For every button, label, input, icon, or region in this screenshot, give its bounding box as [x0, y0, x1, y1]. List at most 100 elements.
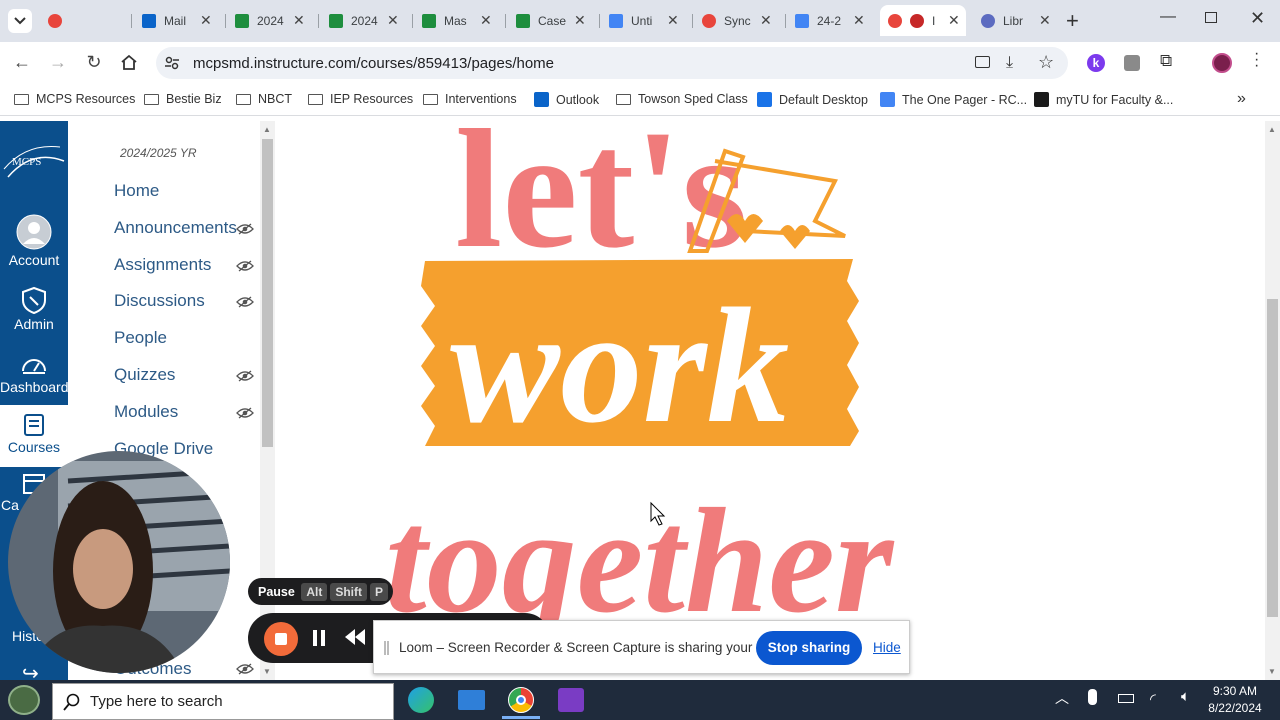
close-tab-icon[interactable]: ✕: [667, 12, 679, 29]
bookmark-item[interactable]: NBCT: [236, 92, 292, 106]
loom-camera-bubble[interactable]: [8, 451, 230, 673]
bookmark-item[interactable]: Bestie Biz: [144, 92, 222, 106]
kami-extension-icon[interactable]: k: [1087, 54, 1105, 72]
close-tab-icon[interactable]: ✕: [853, 12, 865, 29]
hidden-eye-icon: [236, 296, 254, 308]
nav-courses[interactable]: Courses: [0, 405, 68, 467]
taskbar-search[interactable]: Type here to search: [52, 683, 394, 720]
browser-tab[interactable]: [40, 5, 130, 36]
chrome-taskbar-icon[interactable]: [508, 687, 534, 713]
rewind-icon: [345, 629, 365, 645]
bookmark-label: myTU for Faculty &...: [1056, 92, 1174, 107]
stop-sharing-button[interactable]: Stop sharing: [756, 631, 862, 665]
hide-link[interactable]: Hide: [873, 640, 901, 655]
page-scroll-down-icon[interactable]: ▼: [1268, 667, 1276, 676]
nav-admin[interactable]: Admin: [0, 286, 68, 332]
new-tab-button[interactable]: +: [1066, 8, 1079, 34]
scroll-down-icon[interactable]: ▼: [263, 667, 271, 676]
restore-button[interactable]: [1205, 12, 1217, 23]
browser-tab[interactable]: Case ✕: [508, 5, 598, 36]
page-scroll-thumb[interactable]: [1267, 299, 1278, 617]
video-icon[interactable]: [975, 56, 990, 68]
course-nav-scroll-thumb[interactable]: [262, 139, 273, 447]
browser-tab[interactable]: I ✕: [880, 5, 966, 36]
close-tab-icon[interactable]: ✕: [1039, 12, 1051, 29]
course-nav-item[interactable]: Home: [114, 181, 159, 201]
nav-dashboard[interactable]: Dashboard: [0, 351, 69, 395]
forward-button[interactable]: →: [46, 52, 70, 73]
close-tab-icon[interactable]: ✕: [480, 12, 492, 29]
tab-search-button[interactable]: [8, 9, 32, 33]
restart-button[interactable]: [345, 629, 365, 650]
drag-handle-icon[interactable]: [384, 641, 389, 655]
reload-button[interactable]: ↻: [82, 52, 106, 73]
mail-taskbar-icon[interactable]: [458, 690, 485, 710]
image-text-lets: let's: [455, 121, 748, 283]
bookmark-item[interactable]: MCPS Resources: [14, 92, 135, 106]
bookmark-item[interactable]: Towson Sped Class: [616, 92, 748, 106]
browser-tab[interactable]: Unti ✕: [601, 5, 691, 36]
microphone-icon[interactable]: [1088, 689, 1097, 705]
show-hidden-icons[interactable]: ︿: [1055, 688, 1069, 708]
bookmark-item[interactable]: Outlook: [534, 92, 599, 107]
home-icon: [121, 54, 137, 70]
course-nav-item[interactable]: Discussions: [114, 291, 205, 311]
bookmark-item[interactable]: Default Desktop: [757, 92, 868, 107]
course-nav-item[interactable]: Modules: [114, 402, 178, 422]
browser-tab[interactable]: 2024 ✕: [227, 5, 317, 36]
close-tab-icon[interactable]: ✕: [387, 12, 399, 29]
site-info-icon[interactable]: [164, 55, 180, 76]
bookmark-star-icon[interactable]: ☆: [1038, 52, 1054, 73]
sheets-icon: [516, 13, 530, 28]
desktop-icon: [757, 92, 772, 107]
close-tab-icon[interactable]: ✕: [760, 12, 772, 29]
scroll-up-icon[interactable]: ▲: [263, 125, 271, 134]
profile-avatar[interactable]: [1212, 53, 1232, 73]
close-tab-icon[interactable]: ✕: [200, 12, 212, 29]
start-button[interactable]: [8, 685, 40, 715]
mcps-logo[interactable]: MCPS: [0, 139, 68, 183]
browser-tab[interactable]: Libr ✕: [973, 5, 1063, 36]
bookmark-item[interactable]: myTU for Faculty &...: [1034, 92, 1173, 107]
install-icon[interactable]: ⤓: [1006, 54, 1013, 72]
browser-tab[interactable]: 2024 ✕: [321, 5, 411, 36]
more-bookmarks-icon[interactable]: »: [1237, 90, 1246, 108]
wifi-icon[interactable]: ◜: [1150, 690, 1156, 708]
close-window-button[interactable]: ✕: [1250, 8, 1265, 29]
volume-icon[interactable]: 🔈︎: [1181, 688, 1190, 705]
page-scroll-up-icon[interactable]: ▲: [1268, 125, 1276, 134]
course-nav-item[interactable]: Assignments: [114, 255, 211, 275]
page-scrollbar[interactable]: ▲ ▼: [1265, 121, 1280, 680]
minimize-button[interactable]: —: [1160, 8, 1176, 26]
bookmark-item[interactable]: IEP Resources: [308, 92, 413, 106]
browser-tab[interactable]: 24-2 ✕: [787, 5, 877, 36]
clock[interactable]: 9:30 AM 8/22/2024: [1205, 683, 1265, 717]
home-button[interactable]: [120, 54, 138, 76]
close-tab-icon[interactable]: ✕: [948, 12, 960, 29]
back-button[interactable]: ←: [10, 52, 34, 73]
close-tab-icon[interactable]: ✕: [574, 12, 586, 29]
browser-tab[interactable]: Sync ✕: [694, 5, 784, 36]
app-taskbar-icon[interactable]: [558, 688, 584, 712]
bookmark-item[interactable]: Interventions: [423, 92, 517, 106]
course-term: 2024/2025 YR: [120, 146, 197, 160]
extensions-puzzle-icon[interactable]: ⧉: [1160, 51, 1172, 71]
battery-icon[interactable]: [1118, 694, 1134, 703]
close-tab-icon[interactable]: ✕: [293, 12, 305, 29]
url-text[interactable]: mcpsmd.instructure.com/courses/859413/pa…: [193, 55, 554, 72]
tab-separator: [785, 14, 786, 28]
course-nav-item[interactable]: Quizzes: [114, 365, 175, 385]
edge-taskbar-icon[interactable]: [408, 687, 434, 713]
browser-tab[interactable]: Mail ✕: [134, 5, 224, 36]
course-nav-item[interactable]: Announcements: [114, 218, 237, 238]
extension-icon[interactable]: [1124, 55, 1140, 71]
menu-icon[interactable]: · · ·: [1254, 46, 1259, 74]
hidden-eye-icon: [236, 663, 254, 675]
pause-button[interactable]: [312, 630, 326, 651]
browser-tab[interactable]: Mas ✕: [414, 5, 504, 36]
bookmark-label: Default Desktop: [779, 92, 868, 107]
stop-recording-button[interactable]: [264, 622, 298, 656]
bookmark-item[interactable]: The One Pager - RC...: [880, 92, 1027, 107]
course-nav-item[interactable]: People: [114, 328, 167, 348]
nav-account[interactable]: Account: [0, 214, 68, 268]
